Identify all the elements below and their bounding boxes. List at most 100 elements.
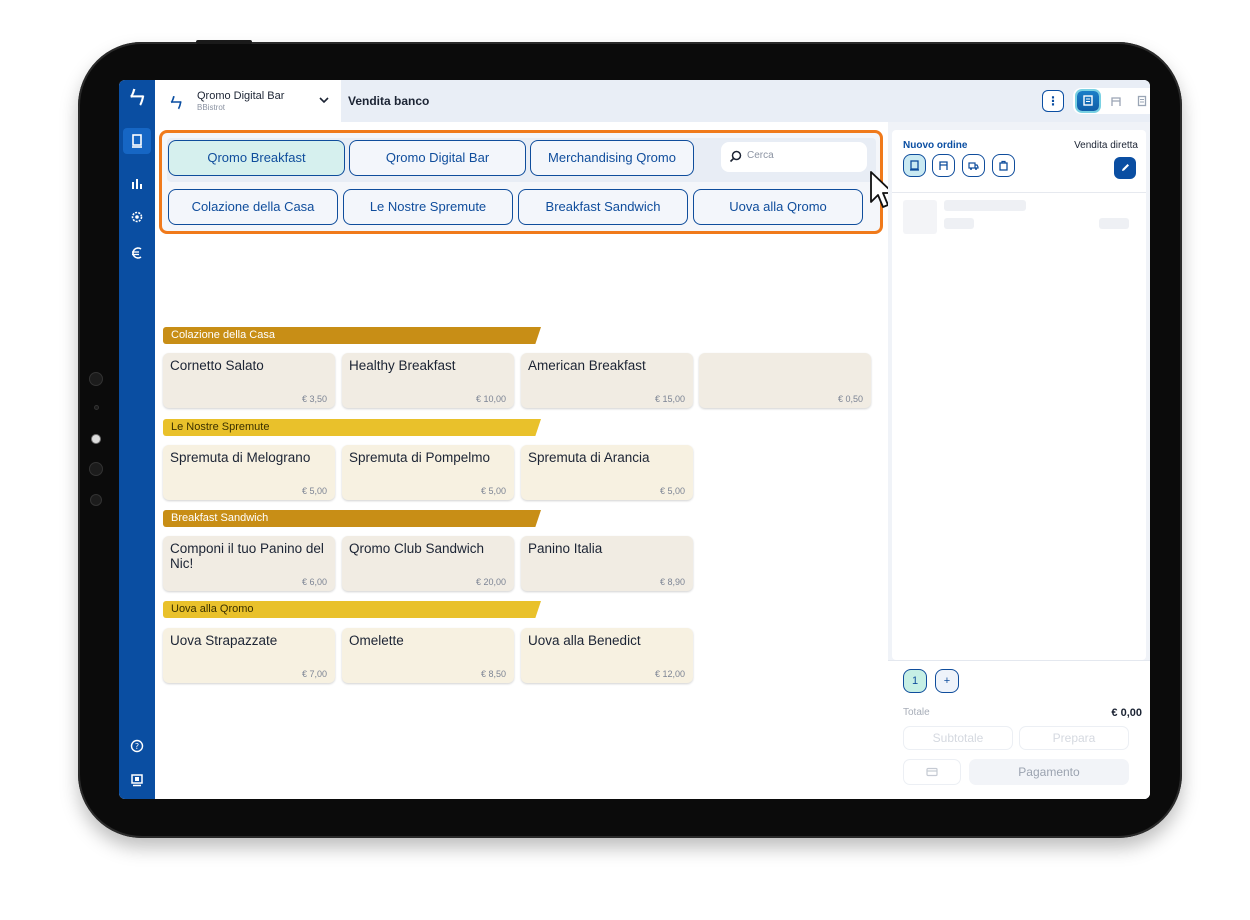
- section-header: Le Nostre Spremute: [163, 419, 541, 436]
- product-name: Healthy Breakfast: [349, 358, 456, 373]
- order-totals: Totale € 0,00 Subtotale Prepara Pagament…: [888, 702, 1150, 799]
- order-divider: [892, 192, 1146, 193]
- tablet-sensor: [94, 405, 99, 410]
- tablet-sensor: [89, 372, 103, 386]
- product-price: € 20,00: [475, 577, 506, 587]
- product-name: Spremuta di Melograno: [170, 450, 311, 465]
- product-price: € 15,00: [654, 394, 685, 404]
- product-name: Omelette: [349, 633, 404, 648]
- product-name: Spremuta di Pompelmo: [349, 450, 491, 465]
- svg-text:?: ?: [135, 742, 139, 751]
- product-card[interactable]: Healthy Breakfast € 10,00: [342, 353, 514, 408]
- table-icon[interactable]: [932, 154, 955, 177]
- search-input[interactable]: Cerca: [721, 142, 867, 172]
- pos-icon[interactable]: [128, 132, 146, 150]
- product-price: € 8,50: [480, 669, 506, 679]
- product-card[interactable]: Omelette € 8,50: [342, 628, 514, 683]
- order-tabs: 1 +: [888, 660, 1150, 702]
- order-card: Nuovo ordine Vendita diretta: [892, 130, 1146, 660]
- page-title: Vendita banco: [348, 94, 430, 108]
- loading-placeholder: [1099, 218, 1129, 229]
- payment-button[interactable]: Pagamento: [969, 759, 1129, 785]
- product-price: € 12,00: [654, 669, 685, 679]
- loading-placeholder: [903, 200, 937, 234]
- orders-list-icon[interactable]: [1131, 91, 1150, 111]
- order-title: Nuovo ordine: [903, 140, 968, 151]
- product-price: € 5,00: [659, 486, 685, 496]
- product-card[interactable]: American Breakfast € 15,00: [521, 353, 693, 408]
- display-icon[interactable]: [128, 771, 146, 789]
- category-colazione-della-casa[interactable]: Colazione della Casa: [168, 189, 338, 225]
- loading-placeholder: [944, 218, 974, 229]
- product-card[interactable]: Spremuta di Pompelmo € 5,00: [342, 445, 514, 500]
- product-name: Uova alla Benedict: [528, 633, 641, 648]
- product-card[interactable]: Uova alla Benedict € 12,00: [521, 628, 693, 683]
- delivery-icon[interactable]: [962, 154, 985, 177]
- tablet-sensor: [89, 462, 103, 476]
- category-le-nostre-spremute[interactable]: Le Nostre Spremute: [343, 189, 513, 225]
- sidebar: ㄣ ?: [119, 80, 155, 799]
- product-price: € 6,00: [301, 577, 327, 587]
- product-price: € 8,90: [659, 577, 685, 587]
- product-card[interactable]: Spremuta di Arancia € 5,00: [521, 445, 693, 500]
- stats-icon[interactable]: [128, 174, 146, 192]
- top-header: ㄣ Qromo Digital Bar BBistrot Vendita ban…: [155, 80, 1150, 122]
- add-order-button[interactable]: +: [935, 669, 959, 693]
- order-mode: Vendita diretta: [1074, 140, 1138, 151]
- product-price: € 3,50: [301, 394, 327, 404]
- product-card[interactable]: Componi il tuo Panino del Nic! € 6,00: [163, 536, 335, 591]
- search-icon: [729, 150, 742, 163]
- venue-selector[interactable]: ㄣ Qromo Digital Bar BBistrot: [155, 80, 341, 122]
- product-card[interactable]: Qromo Club Sandwich € 20,00: [342, 536, 514, 591]
- product-card[interactable]: Spremuta di Melograno € 5,00: [163, 445, 335, 500]
- product-price: € 7,00: [301, 669, 327, 679]
- product-card[interactable]: Uova Strapazzate € 7,00: [163, 628, 335, 683]
- section-header: Breakfast Sandwich: [163, 510, 541, 527]
- product-name: American Breakfast: [528, 358, 646, 373]
- product-price: € 10,00: [475, 394, 506, 404]
- total-value: € 0,00: [1111, 707, 1142, 719]
- product-name: Uova Strapazzate: [170, 633, 278, 648]
- menu-tab-qromo-breakfast[interactable]: Qromo Breakfast: [168, 140, 345, 176]
- table-service-icon[interactable]: [1105, 91, 1127, 111]
- product-name: Componi il tuo Panino del Nic!: [170, 541, 324, 571]
- settings-icon[interactable]: [128, 208, 146, 226]
- search-placeholder: Cerca: [747, 150, 774, 161]
- counter-sale-icon[interactable]: [1077, 91, 1099, 111]
- more-vertical-icon[interactable]: ⋮: [1042, 90, 1064, 112]
- subtotal-button[interactable]: Subtotale: [903, 726, 1013, 750]
- app-logo: ㄣ: [128, 88, 146, 108]
- product-name: Cornetto Salato: [170, 358, 264, 373]
- menu-tab-qromo-digital-bar[interactable]: Qromo Digital Bar: [349, 140, 526, 176]
- category-uova-alla-qromo[interactable]: Uova alla Qromo: [693, 189, 863, 225]
- order-tab-1[interactable]: 1: [903, 669, 927, 693]
- product-card[interactable]: Cornetto Salato € 3,50: [163, 353, 335, 408]
- euro-icon[interactable]: [128, 244, 146, 262]
- product-price: € 5,00: [480, 486, 506, 496]
- credit-card-icon[interactable]: [903, 759, 961, 785]
- product-card[interactable]: Panino Italia € 8,90: [521, 536, 693, 591]
- section-header: Uova alla Qromo: [163, 601, 541, 618]
- venue-logo-icon: ㄣ: [169, 95, 183, 111]
- product-area: Qromo Breakfast Qromo Digital Bar Mercha…: [155, 122, 894, 799]
- order-panel: Nuovo ordine Vendita diretta 1 + Totale …: [888, 122, 1150, 799]
- product-card[interactable]: € 0,50: [699, 353, 871, 408]
- edit-icon[interactable]: [1114, 157, 1136, 179]
- product-name: Qromo Club Sandwich: [349, 541, 485, 556]
- counter-icon[interactable]: [903, 154, 926, 177]
- menu-tab-merchandising[interactable]: Merchandising Qromo: [530, 140, 694, 176]
- category-breakfast-sandwich[interactable]: Breakfast Sandwich: [518, 189, 688, 225]
- loading-placeholder: [944, 200, 1026, 211]
- help-icon[interactable]: ?: [128, 737, 146, 755]
- app-screen: ㄣ ? ㄣ Qromo Digital Bar BBistrot Vendita…: [119, 80, 1150, 799]
- view-switcher: [1073, 88, 1150, 114]
- prepare-button[interactable]: Prepara: [1019, 726, 1129, 750]
- takeaway-icon[interactable]: [992, 154, 1015, 177]
- tablet-button: [196, 40, 252, 44]
- category-panel: Qromo Breakfast Qromo Digital Bar Mercha…: [159, 130, 883, 234]
- product-name: Spremuta di Arancia: [528, 450, 650, 465]
- section-header: Colazione della Casa: [163, 327, 541, 344]
- product-name: Panino Italia: [528, 541, 603, 556]
- product-price: € 0,50: [837, 394, 863, 404]
- tablet-camera: [91, 434, 101, 444]
